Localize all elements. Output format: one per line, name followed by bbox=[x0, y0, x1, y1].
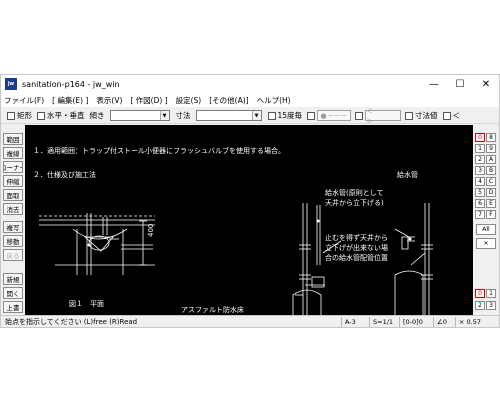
layer-9-button[interactable]: 9 bbox=[486, 144, 496, 153]
layer-e-button[interactable]: E bbox=[486, 199, 496, 208]
title-bar[interactable]: jw sanitation-p164 - jw_win — ☐ ✕ bbox=[1, 75, 499, 93]
current-layer[interactable]: [0-0]0 bbox=[399, 317, 433, 327]
layer-d-button[interactable]: D bbox=[486, 188, 496, 197]
layer-3-button[interactable]: 3 bbox=[475, 166, 485, 175]
toolbar: 矩形 水平・垂直 傾き ▼ 寸法 ▼ 15度毎 ●－－－ ＜－－－＞ 寸法値 ＜ bbox=[1, 107, 499, 125]
tool-range-button[interactable]: 範囲 bbox=[3, 133, 23, 145]
tool-copy-button[interactable]: 複写 bbox=[3, 221, 23, 233]
dimval-label: 寸法値 bbox=[415, 111, 438, 120]
menu-edit[interactable]: [ 編集(E) ] bbox=[52, 95, 88, 106]
supply-pipe-label: 給水管 bbox=[397, 171, 418, 179]
file-open-button[interactable]: 開く bbox=[3, 287, 23, 299]
opt-checkbox-2[interactable] bbox=[355, 111, 364, 120]
window-title: sanitation-p164 - jw_win bbox=[22, 79, 120, 89]
note1-line-a: 給水管(原則として bbox=[325, 189, 384, 197]
minimize-button[interactable]: — bbox=[421, 75, 447, 93]
tool-undo-button[interactable]: 戻る bbox=[3, 249, 23, 261]
group-2-button[interactable]: 2 bbox=[475, 301, 485, 310]
file-save-button[interactable]: 上書 bbox=[3, 301, 23, 313]
note2-line-b: 立下げが出来ない場 bbox=[325, 244, 388, 252]
dim-label: 寸法 bbox=[175, 111, 191, 120]
opt-checkbox-1[interactable] bbox=[307, 111, 316, 120]
menu-draw[interactable]: [ 作図(D) ] bbox=[130, 95, 167, 106]
tool-erase-button[interactable]: 消去 bbox=[3, 203, 23, 215]
layer-b-button[interactable]: B bbox=[486, 166, 496, 175]
last-label: ＜ bbox=[452, 111, 461, 120]
left-tool-panel: 範囲 複線 コーナー 伸縮 面取 消去 複写 移動 戻る 新規 開く 上書 bbox=[1, 125, 25, 315]
dimension-400: 400 bbox=[147, 223, 155, 237]
tool-move-button[interactable]: 移動 bbox=[3, 235, 23, 247]
dim-select[interactable]: ▼ bbox=[195, 110, 262, 121]
note2-line-a: 止むを得ず天井から bbox=[325, 234, 388, 242]
note1-line-b: 天井から立下げる) bbox=[325, 199, 384, 207]
menu-help[interactable]: ヘルプ(H) bbox=[257, 95, 291, 106]
spec-line-1: １．適用範囲：トラップ付ストール小便器にフラッシュバルブを使用する場合。 bbox=[33, 147, 285, 155]
layer-7-button[interactable]: 7 bbox=[475, 210, 485, 219]
layer-5-button[interactable]: 5 bbox=[475, 188, 485, 197]
layer-8-button[interactable]: 8 bbox=[486, 133, 496, 142]
zoom-readout[interactable]: × 0.57 bbox=[455, 317, 497, 327]
line-style-button-2[interactable]: ＜－－－＞ bbox=[365, 107, 402, 125]
hv-label: 水平・垂直 bbox=[47, 111, 85, 120]
app-icon: jw bbox=[5, 78, 17, 90]
tool-corner-button[interactable]: コーナー bbox=[3, 161, 23, 173]
menu-settings[interactable]: 設定(S) bbox=[176, 95, 202, 106]
chevron-down-icon: ▼ bbox=[159, 111, 169, 120]
layer-c-button[interactable]: C bbox=[486, 177, 496, 186]
tool-extend-button[interactable]: 伸縮 bbox=[3, 175, 23, 187]
group-3-button[interactable]: 3 bbox=[486, 301, 496, 310]
spec-line-2: ２．仕様及び施工法 bbox=[33, 171, 96, 179]
layer-all-button[interactable]: All bbox=[476, 224, 496, 235]
slope-select[interactable]: ▼ bbox=[109, 110, 170, 121]
deg15-checkbox[interactable] bbox=[267, 111, 276, 120]
maximize-button[interactable]: ☐ bbox=[447, 75, 473, 93]
layer-6-button[interactable]: 6 bbox=[475, 199, 485, 208]
figure-label: 図１ 平面 bbox=[69, 300, 104, 308]
paper-size[interactable]: A-3 bbox=[341, 317, 369, 327]
asphalt-label: アスファルト防水床 bbox=[181, 306, 244, 314]
drawing-canvas[interactable]: １．適用範囲：トラップ付ストール小便器にフラッシュバルブを使用する場合。 ２．仕… bbox=[25, 125, 473, 315]
layer-0-button[interactable]: 0 bbox=[475, 133, 485, 142]
last-checkbox[interactable] bbox=[442, 111, 451, 120]
slope-label: 傾き bbox=[89, 111, 105, 120]
rect-checkbox[interactable] bbox=[7, 111, 15, 120]
layer-panel: 0 1 2 3 4 5 6 7 8 9 A B C D E F All ✕ 0 … bbox=[473, 125, 499, 315]
app-window: jw sanitation-p164 - jw_win — ☐ ✕ ファイル(F… bbox=[0, 74, 500, 328]
tool-chamfer-button[interactable]: 面取 bbox=[3, 189, 23, 201]
note2-line-c: 合の給水管配管位置 bbox=[325, 254, 388, 262]
angle-readout[interactable]: ∠0 bbox=[433, 317, 455, 327]
line-style-button-1[interactable]: ●－－－ bbox=[317, 110, 352, 121]
layer-4-button[interactable]: 4 bbox=[475, 177, 485, 186]
layer-1-button[interactable]: 1 bbox=[475, 144, 485, 153]
status-bar: 始点を指示してください (L)free (R)Read A-3 S=1/1 [0… bbox=[1, 315, 499, 327]
tool-offset-button[interactable]: 複線 bbox=[3, 147, 23, 159]
menu-view[interactable]: 表示(V) bbox=[96, 95, 122, 106]
layer-f-button[interactable]: F bbox=[486, 210, 496, 219]
hv-checkbox[interactable] bbox=[37, 111, 45, 120]
group-1-button[interactable]: 1 bbox=[486, 289, 496, 298]
menu-file[interactable]: ファイル(F) bbox=[4, 95, 44, 106]
deg15-label: 15度毎 bbox=[277, 111, 303, 120]
layer-cancel-button[interactable]: ✕ bbox=[476, 238, 496, 249]
chevron-down-icon: ▼ bbox=[251, 111, 261, 120]
layer-2-button[interactable]: 2 bbox=[475, 155, 485, 164]
group-0-button[interactable]: 0 bbox=[475, 289, 485, 298]
file-new-button[interactable]: 新規 bbox=[3, 273, 23, 285]
rect-label: 矩形 bbox=[17, 111, 32, 120]
dimval-checkbox[interactable] bbox=[405, 111, 414, 120]
menu-bar: ファイル(F) [ 編集(E) ] 表示(V) [ 作図(D) ] 設定(S) … bbox=[1, 93, 499, 107]
drawing-scale[interactable]: S=1/1 bbox=[369, 317, 399, 327]
close-button[interactable]: ✕ bbox=[473, 75, 499, 93]
layer-a-button[interactable]: A bbox=[486, 155, 496, 164]
status-message: 始点を指示してください (L)free (R)Read bbox=[5, 317, 138, 326]
menu-other[interactable]: [その他(A)] bbox=[209, 95, 248, 106]
